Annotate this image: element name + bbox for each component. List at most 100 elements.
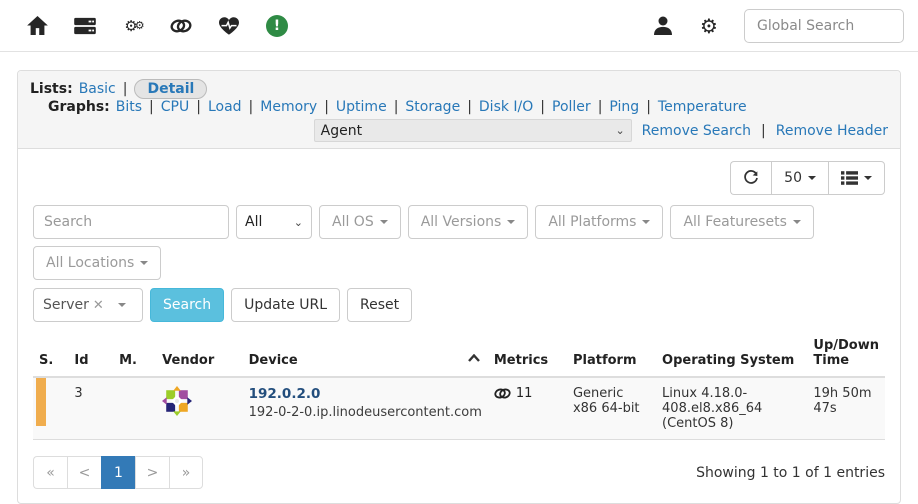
update-url-button[interactable]: Update URL xyxy=(231,288,340,322)
status-warning-bar xyxy=(36,378,46,426)
devices-servers-icon[interactable] xyxy=(74,15,96,37)
filter-row-1: All ⌄ All OS All Versions All Platforms … xyxy=(33,205,885,280)
pagination-prev-button[interactable]: < xyxy=(67,456,101,489)
separator: | xyxy=(394,99,399,115)
device-table: S. Id M. Vendor Device Metrics Platform … xyxy=(33,330,885,440)
separator: | xyxy=(646,99,651,115)
agent-select-value: Agent xyxy=(321,123,362,139)
chevron-down-icon: ⌄ xyxy=(615,124,624,137)
device-table-row: 3 xyxy=(33,377,885,440)
device-id-cell: 3 xyxy=(68,377,113,440)
maintenance-cell xyxy=(113,377,156,440)
remove-header-link[interactable]: Remove Header xyxy=(776,123,888,139)
all-locations-dropdown[interactable]: All Locations xyxy=(33,246,161,280)
ports-link-icon[interactable] xyxy=(170,15,192,37)
col-header-os[interactable]: Operating System xyxy=(656,330,807,377)
health-heartbeat-icon[interactable] xyxy=(218,15,240,37)
os-cell: Linux 4.18.0-408.el8.x86_64 (CentOS 8) xyxy=(656,377,807,440)
agent-select[interactable]: Agent ⌄ xyxy=(314,119,632,142)
list-link-detail-active[interactable]: Detail xyxy=(134,79,207,99)
pagination: « < 1 > » xyxy=(33,456,203,489)
separator: | xyxy=(598,99,603,115)
page-size-dropdown[interactable]: 50 xyxy=(771,161,828,195)
col-header-device[interactable]: Device xyxy=(243,330,488,377)
graph-link-uptime[interactable]: Uptime xyxy=(336,99,387,115)
remove-tag-icon[interactable]: ✕ xyxy=(93,298,104,313)
metrics-cell: 11 xyxy=(488,377,567,440)
column-layout-dropdown[interactable] xyxy=(828,161,885,195)
col-header-vendor[interactable]: Vendor xyxy=(156,330,242,377)
caret-down-icon xyxy=(507,220,515,224)
all-featuresets-label: All Featuresets xyxy=(683,214,786,230)
remove-search-link[interactable]: Remove Search xyxy=(642,123,751,139)
graph-link-poller[interactable]: Poller xyxy=(552,99,591,115)
col-header-maintenance[interactable]: M. xyxy=(113,330,156,377)
device-header-label: Device xyxy=(249,353,298,368)
all-versions-dropdown[interactable]: All Versions xyxy=(408,205,529,239)
refresh-button[interactable] xyxy=(730,161,771,195)
home-icon[interactable] xyxy=(26,15,48,37)
pagination-next-button[interactable]: > xyxy=(135,456,169,489)
pagination-last-button[interactable]: » xyxy=(169,456,203,489)
panel-body: 50 All ⌄ All OS All Versions All Platfor… xyxy=(18,149,900,503)
graph-link-bits[interactable]: Bits xyxy=(116,99,142,115)
search-button[interactable]: Search xyxy=(150,288,224,322)
graph-link-storage[interactable]: Storage xyxy=(405,99,460,115)
all-featuresets-dropdown[interactable]: All Featuresets xyxy=(670,205,813,239)
device-type-select[interactable]: All ⌄ xyxy=(236,205,312,239)
col-header-metrics[interactable]: Metrics xyxy=(488,330,567,377)
col-header-id[interactable]: Id xyxy=(68,330,113,377)
device-group-select[interactable]: Server ✕ xyxy=(33,288,143,322)
graph-link-ping[interactable]: Ping xyxy=(609,99,639,115)
alerts-icon[interactable]: ! xyxy=(266,15,288,37)
all-platforms-dropdown[interactable]: All Platforms xyxy=(535,205,663,239)
all-os-dropdown[interactable]: All OS xyxy=(319,205,401,239)
reset-button[interactable]: Reset xyxy=(347,288,412,322)
separator: | xyxy=(149,99,154,115)
uptime-cell: 19h 50m 47s xyxy=(807,377,885,440)
settings-gear-icon[interactable]: ⚙ xyxy=(698,15,720,37)
graph-link-load[interactable]: Load xyxy=(208,99,242,115)
metrics-count[interactable]: 11 xyxy=(516,386,533,401)
list-view-icon xyxy=(841,171,858,185)
centos-logo-icon[interactable] xyxy=(162,386,192,416)
separator: | xyxy=(467,99,472,115)
col-header-uptime[interactable]: Up/Down Time xyxy=(807,330,885,377)
caret-down-icon xyxy=(864,176,872,180)
device-name-link[interactable]: 192.0.2.0 xyxy=(249,386,321,402)
pagination-page-1-button[interactable]: 1 xyxy=(101,456,135,489)
services-cogs-icon[interactable]: ⚙⚙ xyxy=(122,15,144,37)
graph-link-cpu[interactable]: CPU xyxy=(161,99,189,115)
graph-link-temperature[interactable]: Temperature xyxy=(658,99,747,115)
global-search-input[interactable] xyxy=(744,9,904,43)
device-hostname: 192-0-2-0.ip.linodeusercontent.com xyxy=(249,405,482,420)
device-cell: 192.0.2.0 192-0-2-0.ip.linodeusercontent… xyxy=(243,377,488,440)
navbar-menu-icons: ⚙⚙ ! xyxy=(14,15,288,37)
agent-row: Agent ⌄ Remove Search | Remove Header xyxy=(30,119,888,142)
panel-heading: Lists: Basic | Detail Graphs: Bits | CPU |… xyxy=(18,71,900,149)
col-header-status[interactable]: S. xyxy=(33,330,68,377)
port-link-icon[interactable] xyxy=(494,387,511,400)
all-platforms-label: All Platforms xyxy=(548,214,636,230)
table-footer: « < 1 > » Showing 1 to 1 of 1 entries xyxy=(33,456,885,489)
graphs-label: Graphs: xyxy=(48,99,110,115)
lists-graphs-row: Lists: Basic | Detail Graphs: Bits | CPU |… xyxy=(30,79,888,115)
device-search-input[interactable] xyxy=(33,205,229,239)
top-navbar: ⚙⚙ ! ⚙ xyxy=(0,0,918,52)
pagination-first-button[interactable]: « xyxy=(33,456,67,489)
separator: | xyxy=(196,99,201,115)
list-link-basic[interactable]: Basic xyxy=(79,81,116,97)
graph-link-diskio[interactable]: Disk I/O xyxy=(479,99,533,115)
filter-row-2: Server ✕ Search Update URL Reset xyxy=(33,288,885,322)
separator: | xyxy=(761,123,766,139)
group-tag-label: Server xyxy=(43,297,89,313)
lists-label: Lists: xyxy=(30,81,73,97)
refresh-icon xyxy=(743,170,759,186)
user-icon[interactable] xyxy=(652,15,674,37)
table-header-row: S. Id M. Vendor Device Metrics Platform … xyxy=(33,330,885,377)
col-header-platform[interactable]: Platform xyxy=(567,330,656,377)
page-size-value: 50 xyxy=(784,170,802,186)
graph-link-memory[interactable]: Memory xyxy=(260,99,317,115)
caret-down-icon xyxy=(642,220,650,224)
chevron-down-icon: ⌄ xyxy=(294,216,303,229)
